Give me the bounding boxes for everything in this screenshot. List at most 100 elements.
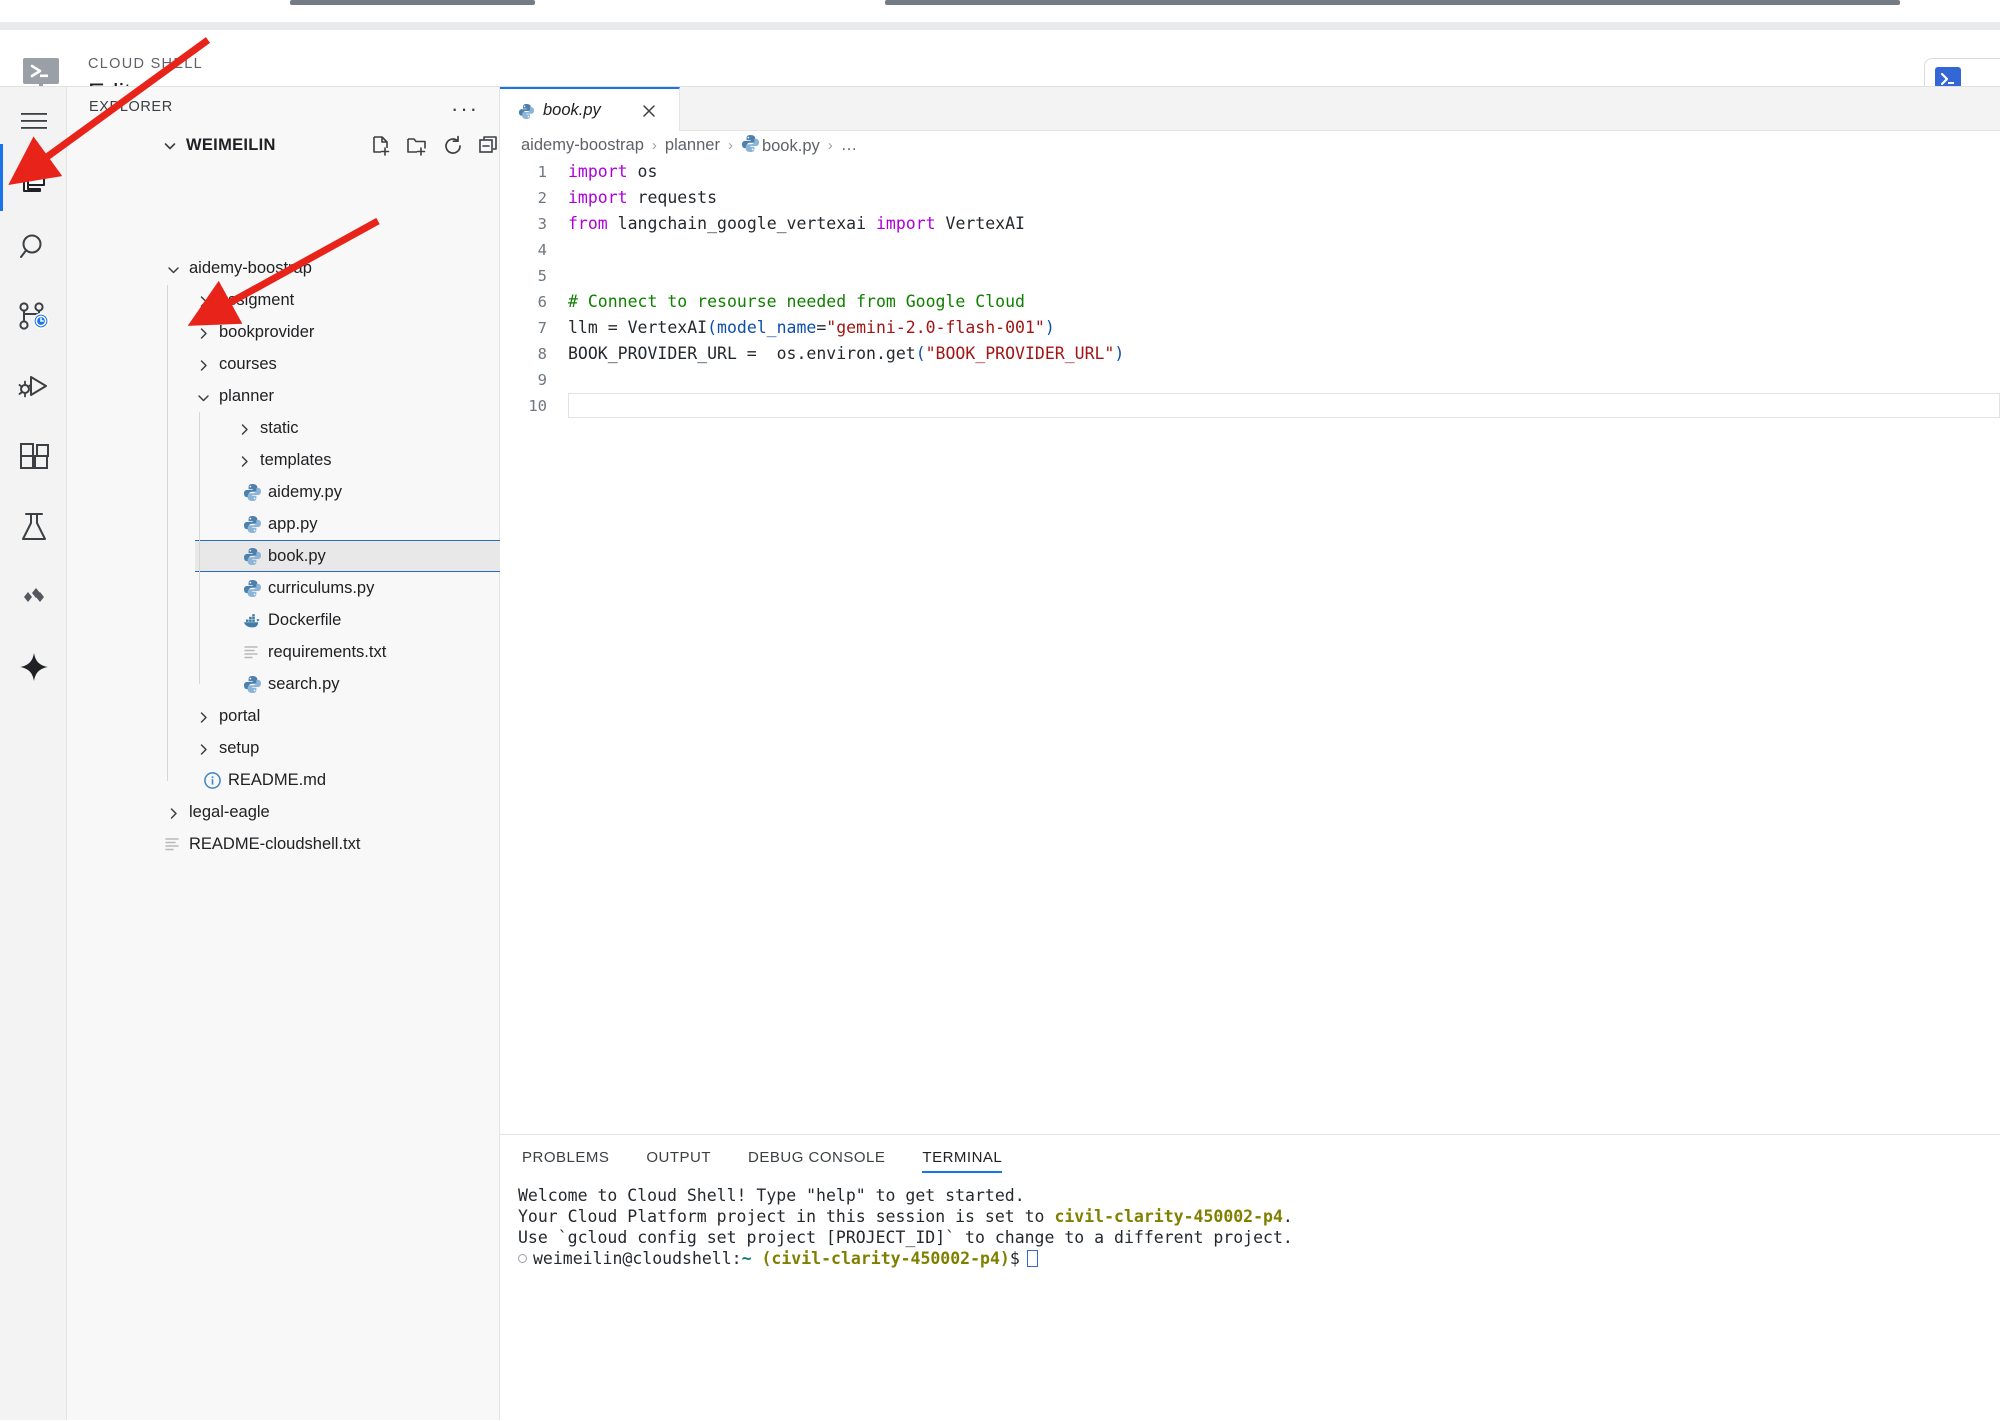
terminal-output[interactable]: Welcome to Cloud Shell! Type "help" to g… [500, 1179, 2000, 1421]
breadcrumb-separator: › [727, 136, 733, 154]
panel-tab-debug-console[interactable]: DEBUG CONSOLE [748, 1135, 885, 1179]
tree-file-Dockerfile[interactable]: Dockerfile [195, 604, 500, 636]
close-icon[interactable] [638, 100, 660, 122]
code-line-5[interactable]: 5 [500, 263, 2000, 289]
tree-item-label: static [260, 418, 299, 437]
editor-tab-bar: book.py [500, 87, 2000, 131]
terminal-cursor [1026, 1250, 1038, 1267]
chevron-down-icon[interactable] [167, 262, 180, 275]
tree-item-label: README.md [228, 770, 327, 789]
code-line-1[interactable]: 1 import os [500, 159, 2000, 185]
sidebar-item-search[interactable] [0, 213, 67, 280]
code-text: llm = VertexAI(model_name="gemini-2.0-fl… [568, 318, 1055, 337]
breadcrumb: aidemy-boostrap › planner › book.py ›… [500, 131, 2000, 159]
chevron-down-icon[interactable] [197, 390, 210, 403]
tree-file-README-cloudshell.txt[interactable]: README-cloudshell.txt [155, 828, 500, 860]
chevron-right-icon[interactable] [238, 422, 251, 435]
tree-file-aidemy.py[interactable]: aidemy.py [195, 476, 500, 508]
tree-file-README.md[interactable]: README.md [175, 764, 500, 796]
activity-bar [0, 87, 67, 1420]
chevron-right-icon[interactable] [197, 326, 210, 339]
terminal-line-hint: Use `gcloud config set project [PROJECT_… [518, 1228, 1293, 1247]
code-text: import os [568, 162, 658, 181]
chevron-right-icon[interactable] [238, 454, 251, 467]
line-number: 7 [537, 319, 547, 337]
text-file-icon [164, 835, 183, 854]
tree-folder-legal-eagle[interactable]: legal-eagle [155, 796, 500, 828]
code-line-7[interactable]: 7 llm = VertexAI(model_name="gemini-2.0-f… [500, 315, 2000, 341]
chevron-right-icon[interactable] [197, 358, 210, 371]
panel-tab-output[interactable]: OUTPUT [646, 1135, 711, 1179]
breadcrumb-item[interactable]: aidemy-boostrap [521, 136, 644, 155]
breadcrumb-item[interactable]: book.py [741, 134, 820, 156]
tree-folder-static[interactable]: static [195, 412, 500, 444]
workspace-root-label: WEIMEILIN [186, 136, 276, 154]
tree-folder-templates[interactable]: templates [195, 444, 500, 476]
sidebar-item-extensions[interactable] [0, 423, 67, 490]
tree-folder-assigment[interactable]: assigment [175, 284, 500, 316]
tree-folder-setup[interactable]: setup [175, 732, 500, 764]
sidebar-item-cloud-code[interactable] [0, 563, 67, 630]
explorer-root-row[interactable]: WEIMEILIN [67, 130, 500, 163]
terminal-prompt[interactable]: weimeilin@cloudshell:~ (civil-clarity-45… [518, 1248, 2000, 1269]
tree-file-requirements.txt[interactable]: requirements.txt [195, 636, 500, 668]
sidebar-item-source-control[interactable] [0, 283, 67, 350]
current-line-highlight [568, 393, 2000, 418]
tree-file-app.py[interactable]: app.py [195, 508, 500, 540]
breadcrumb-label: book.py [761, 137, 820, 155]
explorer-more-actions-icon[interactable]: ··· [451, 96, 478, 122]
chevron-right-icon[interactable] [167, 806, 180, 819]
code-line-3[interactable]: 3 from langchain_google_vertexai import V… [500, 211, 2000, 237]
new-folder-icon[interactable] [404, 133, 430, 159]
panel-tab-terminal[interactable]: TERMINAL [922, 1135, 1003, 1179]
breadcrumb-separator: › [827, 136, 833, 154]
tree-item-label: README-cloudshell.txt [189, 834, 361, 853]
breadcrumb-item[interactable]: planner [665, 136, 720, 155]
code-line-8[interactable]: 8 BOOK_PROVIDER_URL = os.environ.get("BOO… [500, 341, 2000, 367]
terminal-line-welcome: Welcome to Cloud Shell! Type "help" to g… [518, 1186, 1025, 1205]
new-file-icon[interactable] [368, 133, 394, 159]
explorer-sidebar: EXPLORER WEIMEILIN aidemy-boostrap assigm… [67, 87, 500, 1420]
code-line-4[interactable]: 4 [500, 237, 2000, 263]
sidebar-item-testing[interactable] [0, 493, 67, 560]
tree-folder-aidemy-boostrap[interactable]: aidemy-boostrap [155, 252, 500, 284]
code-editor[interactable]: 1 import os 2 import requests 3 from langchai… [500, 159, 2000, 1134]
chevron-down-icon[interactable] [163, 139, 177, 153]
breadcrumb-item[interactable]: … [841, 136, 858, 155]
python-file-icon [741, 134, 759, 152]
product-eyebrow: CLOUD SHELL [88, 56, 204, 72]
sidebar-item-gemini[interactable] [0, 633, 67, 700]
sidebar-item-explorer[interactable] [0, 144, 67, 211]
tree-folder-courses[interactable]: courses [175, 348, 500, 380]
docker-file-icon [243, 611, 262, 630]
code-line-10[interactable]: 10 [500, 393, 2000, 419]
chevron-right-icon[interactable] [197, 294, 210, 307]
chevron-right-icon[interactable] [197, 710, 210, 723]
tree-file-curriculums.py[interactable]: curriculums.py [195, 572, 500, 604]
tab-book-py[interactable]: book.py [500, 87, 680, 131]
tree-folder-planner[interactable]: planner [175, 380, 500, 412]
code-line-6[interactable]: 6 # Connect to resourse needed from Googl… [500, 289, 2000, 315]
panel-tab-problems[interactable]: PROBLEMS [522, 1135, 609, 1179]
code-text: import requests [568, 188, 718, 207]
refresh-icon[interactable] [440, 133, 466, 159]
tree-file-book.py[interactable]: book.py [195, 540, 500, 572]
tree-item-label: assigment [219, 290, 295, 309]
browser-chrome-gap [0, 22, 2000, 30]
browser-tab-fragment [290, 0, 535, 5]
tree-item-label: courses [219, 354, 277, 373]
browser-chrome-strip [0, 0, 2000, 22]
line-number: 10 [528, 397, 547, 415]
collapse-all-icon[interactable] [476, 133, 502, 159]
chevron-right-icon[interactable] [197, 742, 210, 755]
python-file-icon [243, 515, 262, 534]
line-number: 2 [537, 189, 547, 207]
tree-folder-portal[interactable]: portal [175, 700, 500, 732]
code-line-9[interactable]: 9 [500, 367, 2000, 393]
tree-item-label: portal [219, 706, 261, 725]
sidebar-item-run-debug[interactable] [0, 353, 67, 420]
tree-file-search.py[interactable]: search.py [195, 668, 500, 700]
tree-folder-bookprovider[interactable]: bookprovider [175, 316, 500, 348]
terminal-line-project: Your Cloud Platform project in this sess… [518, 1207, 1293, 1226]
code-line-2[interactable]: 2 import requests [500, 185, 2000, 211]
